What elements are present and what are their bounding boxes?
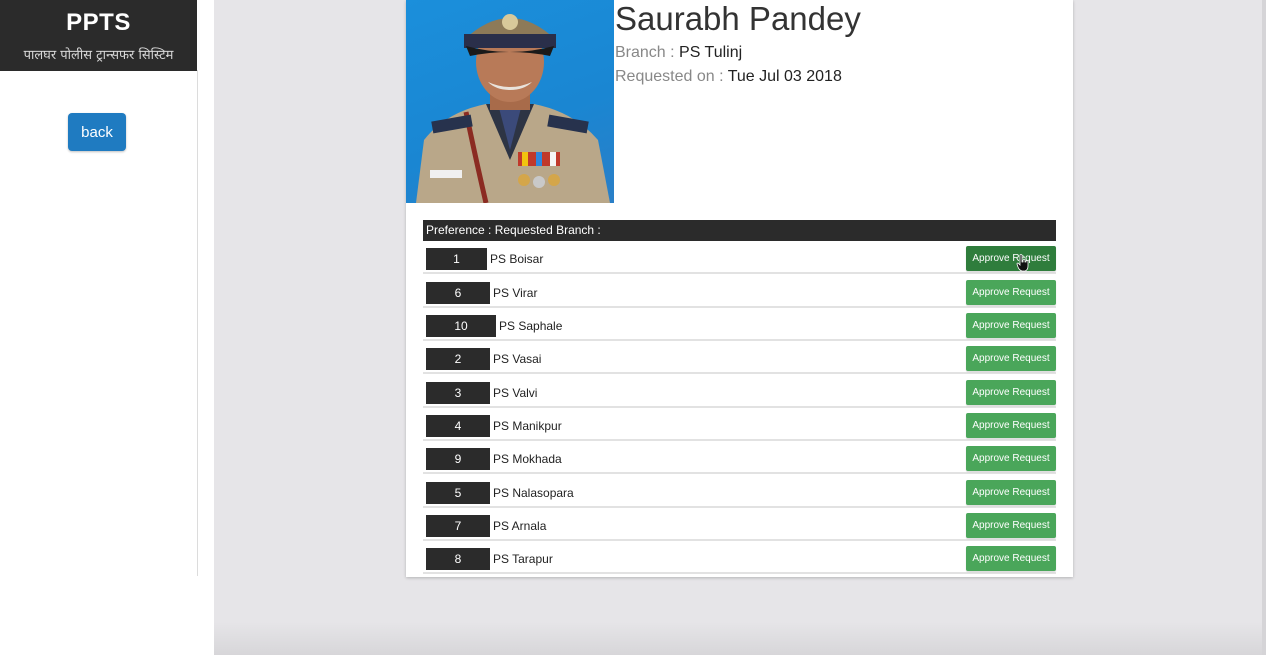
requested-line: Requested on : Tue Jul 03 2018 bbox=[615, 68, 842, 86]
preference-row: 9 PS Mokhada Approve Request bbox=[423, 446, 1056, 474]
approve-request-button[interactable]: Approve Request bbox=[966, 313, 1056, 338]
approve-request-button[interactable]: Approve Request bbox=[966, 280, 1056, 305]
preference-header: Preference : Requested Branch : bbox=[423, 220, 1056, 241]
preference-rank: 1 bbox=[426, 248, 487, 270]
preference-row: 2 PS Vasai Approve Request bbox=[423, 346, 1056, 374]
preference-branch: PS Manikpur bbox=[493, 419, 562, 433]
preference-rank: 9 bbox=[426, 448, 490, 470]
preference-branch: PS Valvi bbox=[493, 386, 538, 400]
back-button[interactable]: back bbox=[68, 113, 126, 151]
brand-header: PPTS पालघर पोलीस ट्रान्सफर सिस्टिम bbox=[0, 0, 197, 71]
scrollbar[interactable] bbox=[1262, 0, 1266, 655]
preference-rank: 8 bbox=[426, 548, 490, 570]
preference-branch: PS Arnala bbox=[493, 519, 547, 533]
requested-label: Requested on : bbox=[615, 68, 728, 85]
officer-photo bbox=[406, 0, 614, 203]
preference-rank: 3 bbox=[426, 382, 490, 404]
preference-row: 8 PS Tarapur Approve Request bbox=[423, 546, 1056, 574]
branch-label: Branch : bbox=[615, 44, 680, 61]
preference-branch: PS Virar bbox=[493, 286, 538, 300]
preference-branch: PS Tarapur bbox=[493, 552, 553, 566]
hand-pointer-icon bbox=[1016, 254, 1029, 272]
preference-row: 6 PS Virar Approve Request bbox=[423, 280, 1056, 308]
preference-rank: 6 bbox=[426, 282, 490, 304]
preference-row: 10 PS Saphale Approve Request bbox=[423, 313, 1056, 341]
approve-request-button[interactable]: Approve Request bbox=[966, 246, 1056, 271]
requested-value: Tue Jul 03 2018 bbox=[727, 68, 842, 85]
branch-line: Branch : PS Tulinj bbox=[615, 44, 742, 62]
approve-request-button[interactable]: Approve Request bbox=[966, 413, 1056, 438]
sidebar: PPTS पालघर पोलीस ट्रान्सफर सिस्टिम back bbox=[0, 0, 214, 655]
branch-value: PS Tulinj bbox=[679, 44, 743, 61]
preference-row: 7 PS Arnala Approve Request bbox=[423, 513, 1056, 541]
preference-branch: PS Boisar bbox=[490, 252, 544, 266]
preference-rank: 5 bbox=[426, 482, 490, 504]
sidebar-divider bbox=[197, 70, 198, 576]
approve-request-button[interactable]: Approve Request bbox=[966, 346, 1056, 371]
preference-rank: 2 bbox=[426, 348, 490, 370]
approve-request-button[interactable]: Approve Request bbox=[966, 380, 1056, 405]
approve-request-button[interactable]: Approve Request bbox=[966, 546, 1056, 571]
brand-title: PPTS bbox=[66, 9, 131, 36]
preference-branch: PS Nalasopara bbox=[493, 486, 574, 500]
preference-branch: PS Vasai bbox=[493, 352, 542, 366]
approve-request-button[interactable]: Approve Request bbox=[966, 446, 1056, 471]
approve-request-button[interactable]: Approve Request bbox=[966, 480, 1056, 505]
brand-subtitle: पालघर पोलीस ट्रान्सफर सिस्टिम bbox=[23, 48, 174, 63]
preference-row: 5 PS Nalasopara Approve Request bbox=[423, 480, 1056, 508]
preference-row: 3 PS Valvi Approve Request bbox=[423, 380, 1056, 408]
preference-rank: 7 bbox=[426, 515, 490, 537]
preference-branch: PS Saphale bbox=[499, 319, 563, 333]
preference-rank: 10 bbox=[426, 315, 496, 337]
preference-row: 4 PS Manikpur Approve Request bbox=[423, 413, 1056, 441]
request-card: Saurabh Pandey Branch : PS Tulinj Reques… bbox=[406, 0, 1073, 577]
preference-branch: PS Mokhada bbox=[493, 452, 562, 466]
preference-row: 1 PS Boisar Approve Request bbox=[423, 246, 1056, 274]
officer-name: Saurabh Pandey bbox=[615, 0, 861, 37]
preference-rank: 4 bbox=[426, 415, 490, 437]
bottom-bar bbox=[214, 622, 1266, 655]
approve-request-button[interactable]: Approve Request bbox=[966, 513, 1056, 538]
